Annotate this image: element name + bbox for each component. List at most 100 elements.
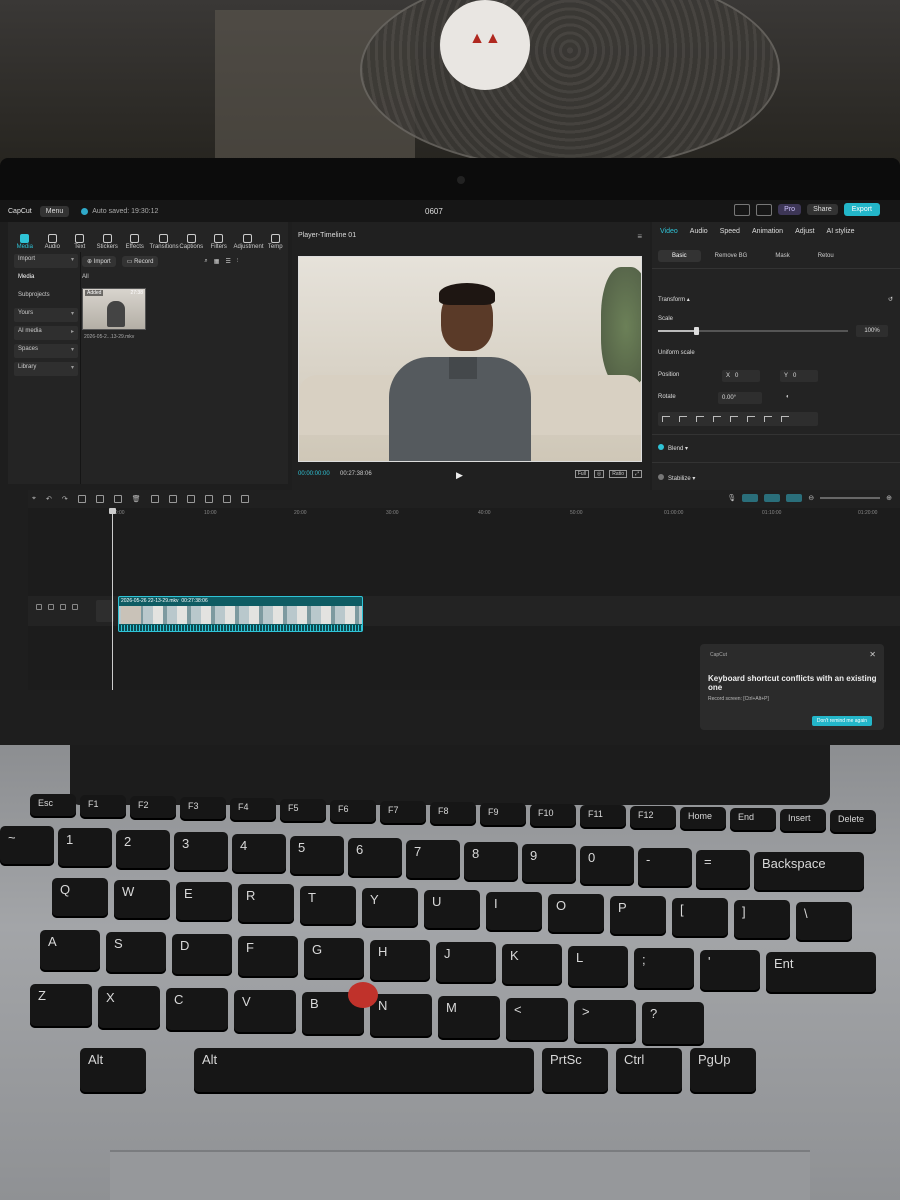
media-thumbnail[interactable]: Added 27:38 — [82, 288, 146, 330]
key-[interactable]: ? — [642, 1002, 704, 1046]
subtab-retouch[interactable]: Retou — [804, 250, 848, 262]
key-esc[interactable]: Esc — [30, 794, 76, 818]
scale-slider-knob[interactable] — [694, 327, 699, 335]
key-o[interactable]: O — [548, 894, 604, 934]
tab-animation[interactable]: Animation — [752, 228, 783, 244]
zoom-in-icon[interactable]: ⊕ — [886, 494, 892, 502]
align-right-icon[interactable] — [696, 416, 704, 422]
key-alt[interactable]: Alt — [194, 1048, 534, 1094]
reset-icon[interactable]: ↺ — [888, 296, 893, 303]
key-[interactable]: - — [638, 848, 692, 888]
tool-filters[interactable]: Filters — [206, 234, 232, 250]
stabilize-toggle[interactable] — [658, 474, 664, 480]
tool-captions[interactable]: Captions — [179, 234, 205, 250]
stabilize-section[interactable]: Stabilize ▾ — [658, 474, 695, 482]
timeline-clip[interactable]: 2026-05-26 22-13-29.mkv 00:27:38:06 — [118, 596, 363, 632]
link-toggle[interactable] — [764, 494, 781, 502]
video-preview[interactable] — [298, 256, 642, 462]
align-top-icon[interactable] — [713, 416, 721, 422]
tool-templates[interactable]: Temp — [263, 234, 289, 250]
key-l[interactable]: L — [568, 946, 628, 988]
tool-effects[interactable]: Effects — [122, 234, 148, 250]
redo-icon[interactable]: ↷ — [62, 495, 68, 503]
key-0[interactable]: 0 — [580, 846, 634, 886]
scale-value[interactable]: 100% — [856, 325, 888, 337]
subtab-remove-bg[interactable]: Remove BG — [701, 250, 762, 262]
key-e[interactable]: E — [176, 882, 232, 922]
key-6[interactable]: 6 — [348, 838, 402, 878]
ratio-button[interactable]: Ratio — [609, 470, 627, 478]
delete-icon[interactable]: 🗑 — [132, 495, 141, 503]
track-more-icon[interactable] — [72, 604, 78, 610]
pro-button[interactable]: Pro — [778, 204, 802, 215]
key-f4[interactable]: F4 — [230, 798, 276, 822]
close-icon[interactable]: ✕ — [869, 650, 876, 659]
key-[interactable]: ' — [700, 950, 760, 992]
subtab-basic[interactable]: Basic — [658, 250, 701, 262]
key-p[interactable]: P — [610, 896, 666, 936]
position-y-field[interactable]: Y 0 — [780, 370, 818, 382]
mirror-icon[interactable] — [204, 495, 213, 503]
key-8[interactable]: 8 — [464, 842, 518, 882]
sidebar-item-media[interactable]: Media — [14, 272, 78, 286]
position-x-field[interactable]: X 0 — [722, 370, 760, 382]
shortcuts-icon[interactable] — [756, 203, 773, 216]
freeze-icon[interactable] — [168, 495, 177, 503]
sort-icon[interactable]: ☰ — [225, 258, 230, 265]
fullscreen-icon[interactable]: ⤢ — [631, 470, 642, 478]
hamburger-icon[interactable]: ≡ — [637, 232, 642, 241]
subtab-mask[interactable]: Mask — [761, 250, 803, 262]
menu-button[interactable]: Menu — [39, 205, 70, 217]
key-[interactable]: [ — [672, 898, 728, 938]
sidebar-item-spaces[interactable]: Spaces ▾ — [14, 344, 78, 358]
key-7[interactable]: 7 — [406, 840, 460, 880]
key-insert[interactable]: Insert — [780, 809, 826, 833]
align-left-icon[interactable] — [662, 416, 670, 422]
tool-audio[interactable]: Audio — [40, 234, 66, 250]
key-1[interactable]: 1 — [58, 828, 112, 868]
marker-icon[interactable] — [150, 495, 159, 503]
share-button[interactable]: Share — [807, 204, 838, 215]
key-x[interactable]: X — [98, 986, 160, 1030]
split-icon[interactable] — [77, 495, 86, 503]
mic-icon[interactable]: 🎙 — [727, 494, 736, 502]
key-[interactable]: > — [574, 1000, 636, 1044]
key-z[interactable]: Z — [30, 984, 92, 1028]
magnet-toggle[interactable] — [742, 494, 759, 502]
align-middle-icon[interactable] — [730, 416, 738, 422]
align-center-icon[interactable] — [679, 416, 687, 422]
key-[interactable]: ~ — [0, 826, 54, 866]
tool-text[interactable]: Text — [67, 234, 93, 250]
focus-icon[interactable]: ◎ — [593, 470, 605, 478]
key-f12[interactable]: F12 — [630, 806, 676, 830]
key-m[interactable]: M — [438, 996, 500, 1040]
playhead[interactable] — [112, 510, 113, 690]
track-visible-icon[interactable] — [48, 604, 54, 610]
key-f1[interactable]: F1 — [80, 795, 126, 819]
key-i[interactable]: I — [486, 892, 542, 932]
key-5[interactable]: 5 — [290, 836, 344, 876]
sidebar-item-ai-media[interactable]: AI media ▸ — [14, 326, 78, 340]
key-9[interactable]: 9 — [522, 844, 576, 884]
blend-section[interactable]: Blend ▾ — [658, 444, 688, 452]
tab-video[interactable]: Video — [660, 228, 678, 244]
key-[interactable]: ] — [734, 900, 790, 940]
tool-stickers[interactable]: Stickers — [95, 234, 121, 250]
key-g[interactable]: G — [304, 938, 364, 980]
record-button[interactable]: ▭ Record — [121, 255, 159, 267]
key-q[interactable]: Q — [52, 878, 108, 918]
scale-slider[interactable] — [658, 327, 848, 335]
key-[interactable]: < — [506, 998, 568, 1042]
select-tool-icon[interactable]: ⌖ — [32, 495, 36, 503]
key-f[interactable]: F — [238, 936, 298, 978]
split-left-icon[interactable] — [95, 495, 104, 503]
split-right-icon[interactable] — [113, 495, 122, 503]
key-4[interactable]: 4 — [232, 834, 286, 874]
key-f2[interactable]: F2 — [130, 796, 176, 820]
key-u[interactable]: U — [424, 890, 480, 930]
key-v[interactable]: V — [234, 990, 296, 1034]
trackpoint[interactable] — [348, 982, 378, 1008]
key-backspace[interactable]: Backspace — [754, 852, 864, 892]
crop-icon[interactable] — [240, 495, 249, 503]
key-f10[interactable]: F10 — [530, 804, 576, 828]
